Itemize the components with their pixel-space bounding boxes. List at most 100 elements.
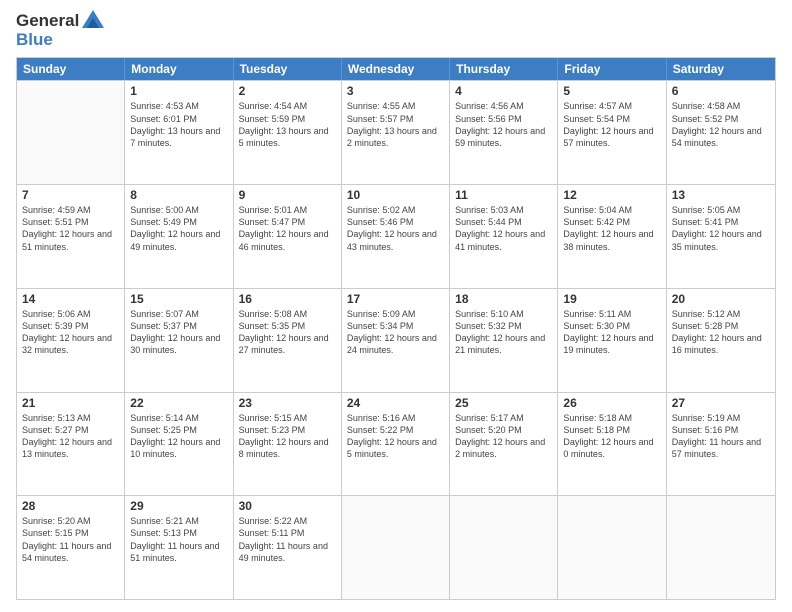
logo: General Blue xyxy=(16,12,104,49)
cal-cell-6: 6 Sunrise: 4:58 AMSunset: 5:52 PMDaylight… xyxy=(667,81,775,184)
cal-cell-1: 1Sunrise: 4:53 AMSunset: 6:01 PMDaylight… xyxy=(125,81,233,184)
cal-cell-26: 26 Sunrise: 5:18 AMSunset: 5:18 PMDayligh… xyxy=(558,393,666,496)
cell-day-number: 29 xyxy=(130,499,227,513)
cal-cell-18: 18 Sunrise: 5:10 AMSunset: 5:32 PMDayligh… xyxy=(450,289,558,392)
cell-day-number: 2 xyxy=(239,84,336,98)
cell-info: Sunrise: 5:06 AMSunset: 5:39 PMDaylight:… xyxy=(22,308,119,357)
cal-cell-empty-6 xyxy=(667,496,775,599)
week-row-1: 1Sunrise: 4:53 AMSunset: 6:01 PMDaylight… xyxy=(17,80,775,184)
cal-cell-22: 22 Sunrise: 5:14 AMSunset: 5:25 PMDayligh… xyxy=(125,393,233,496)
cal-cell-13: 13 Sunrise: 5:05 AMSunset: 5:41 PMDayligh… xyxy=(667,185,775,288)
cal-cell-21: 21 Sunrise: 5:13 AMSunset: 5:27 PMDayligh… xyxy=(17,393,125,496)
cal-cell-7: 7 Sunrise: 4:59 AMSunset: 5:51 PMDaylight… xyxy=(17,185,125,288)
cell-info: Sunrise: 5:05 AMSunset: 5:41 PMDaylight:… xyxy=(672,204,770,253)
page: General Blue SundayMondayTuesdayWednesda… xyxy=(0,0,792,612)
cal-cell-empty-3 xyxy=(342,496,450,599)
cell-day-number: 3 xyxy=(347,84,444,98)
cell-day-number: 8 xyxy=(130,188,227,202)
cell-day-number: 19 xyxy=(563,292,660,306)
calendar-header: SundayMondayTuesdayWednesdayThursdayFrid… xyxy=(17,58,775,80)
cal-cell-15: 15 Sunrise: 5:07 AMSunset: 5:37 PMDayligh… xyxy=(125,289,233,392)
cell-info: Sunrise: 4:59 AMSunset: 5:51 PMDaylight:… xyxy=(22,204,119,253)
cell-info: Sunrise: 5:22 AMSunset: 5:11 PMDaylight:… xyxy=(239,515,336,564)
cell-day-number: 22 xyxy=(130,396,227,410)
cell-day-number: 20 xyxy=(672,292,770,306)
cell-info: Sunrise: 5:00 AMSunset: 5:49 PMDaylight:… xyxy=(130,204,227,253)
cell-info: Sunrise: 4:58 AMSunset: 5:52 PMDaylight:… xyxy=(672,100,770,149)
cell-info: Sunrise: 5:13 AMSunset: 5:27 PMDaylight:… xyxy=(22,412,119,461)
cal-cell-17: 17Sunrise: 5:09 AMSunset: 5:34 PMDayligh… xyxy=(342,289,450,392)
cell-info: Sunrise: 5:14 AMSunset: 5:25 PMDaylight:… xyxy=(130,412,227,461)
cal-cell-29: 29Sunrise: 5:21 AMSunset: 5:13 PMDayligh… xyxy=(125,496,233,599)
calendar-body: 1Sunrise: 4:53 AMSunset: 6:01 PMDaylight… xyxy=(17,80,775,599)
cell-info: Sunrise: 5:07 AMSunset: 5:37 PMDaylight:… xyxy=(130,308,227,357)
cal-cell-27: 27 Sunrise: 5:19 AMSunset: 5:16 PMDayligh… xyxy=(667,393,775,496)
cell-info: Sunrise: 5:03 AMSunset: 5:44 PMDaylight:… xyxy=(455,204,552,253)
cell-info: Sunrise: 4:55 AMSunset: 5:57 PMDaylight:… xyxy=(347,100,444,149)
cal-cell-10: 10 Sunrise: 5:02 AMSunset: 5:46 PMDayligh… xyxy=(342,185,450,288)
header-day-friday: Friday xyxy=(558,58,666,80)
logo-general: General xyxy=(16,12,79,31)
cal-cell-3: 3 Sunrise: 4:55 AMSunset: 5:57 PMDaylight… xyxy=(342,81,450,184)
cal-cell-30: 30 Sunrise: 5:22 AMSunset: 5:11 PMDayligh… xyxy=(234,496,342,599)
cal-cell-empty-4 xyxy=(450,496,558,599)
cell-info: Sunrise: 5:02 AMSunset: 5:46 PMDaylight:… xyxy=(347,204,444,253)
cal-cell-8: 8 Sunrise: 5:00 AMSunset: 5:49 PMDaylight… xyxy=(125,185,233,288)
cal-cell-empty-5 xyxy=(558,496,666,599)
cal-cell-25: 25Sunrise: 5:17 AMSunset: 5:20 PMDayligh… xyxy=(450,393,558,496)
cell-info: Sunrise: 5:20 AMSunset: 5:15 PMDaylight:… xyxy=(22,515,119,564)
cell-day-number: 9 xyxy=(239,188,336,202)
cal-cell-12: 12 Sunrise: 5:04 AMSunset: 5:42 PMDayligh… xyxy=(558,185,666,288)
header-day-sunday: Sunday xyxy=(17,58,125,80)
cell-day-number: 27 xyxy=(672,396,770,410)
cell-day-number: 12 xyxy=(563,188,660,202)
cal-cell-24: 24Sunrise: 5:16 AMSunset: 5:22 PMDayligh… xyxy=(342,393,450,496)
cell-day-number: 7 xyxy=(22,188,119,202)
cell-info: Sunrise: 5:11 AMSunset: 5:30 PMDaylight:… xyxy=(563,308,660,357)
cell-day-number: 13 xyxy=(672,188,770,202)
cal-cell-9: 9 Sunrise: 5:01 AMSunset: 5:47 PMDaylight… xyxy=(234,185,342,288)
cell-info: Sunrise: 5:01 AMSunset: 5:47 PMDaylight:… xyxy=(239,204,336,253)
cell-day-number: 16 xyxy=(239,292,336,306)
cell-info: Sunrise: 5:09 AMSunset: 5:34 PMDaylight:… xyxy=(347,308,444,357)
cell-info: Sunrise: 5:08 AMSunset: 5:35 PMDaylight:… xyxy=(239,308,336,357)
cell-day-number: 24 xyxy=(347,396,444,410)
cell-day-number: 25 xyxy=(455,396,552,410)
cal-cell-empty-0 xyxy=(17,81,125,184)
header-day-wednesday: Wednesday xyxy=(342,58,450,80)
cell-info: Sunrise: 5:19 AMSunset: 5:16 PMDaylight:… xyxy=(672,412,770,461)
cell-day-number: 23 xyxy=(239,396,336,410)
header-day-saturday: Saturday xyxy=(667,58,775,80)
cell-day-number: 18 xyxy=(455,292,552,306)
cell-day-number: 21 xyxy=(22,396,119,410)
cal-cell-11: 11 Sunrise: 5:03 AMSunset: 5:44 PMDayligh… xyxy=(450,185,558,288)
cell-day-number: 26 xyxy=(563,396,660,410)
cal-cell-5: 5Sunrise: 4:57 AMSunset: 5:54 PMDaylight… xyxy=(558,81,666,184)
cell-info: Sunrise: 5:10 AMSunset: 5:32 PMDaylight:… xyxy=(455,308,552,357)
week-row-5: 28 Sunrise: 5:20 AMSunset: 5:15 PMDayligh… xyxy=(17,495,775,599)
cal-cell-14: 14Sunrise: 5:06 AMSunset: 5:39 PMDayligh… xyxy=(17,289,125,392)
cal-cell-2: 2Sunrise: 4:54 AMSunset: 5:59 PMDaylight… xyxy=(234,81,342,184)
header-day-thursday: Thursday xyxy=(450,58,558,80)
cell-day-number: 28 xyxy=(22,499,119,513)
cell-info: Sunrise: 5:18 AMSunset: 5:18 PMDaylight:… xyxy=(563,412,660,461)
cal-cell-19: 19 Sunrise: 5:11 AMSunset: 5:30 PMDayligh… xyxy=(558,289,666,392)
header-day-monday: Monday xyxy=(125,58,233,80)
cell-info: Sunrise: 5:12 AMSunset: 5:28 PMDaylight:… xyxy=(672,308,770,357)
cell-day-number: 11 xyxy=(455,188,552,202)
cell-day-number: 6 xyxy=(672,84,770,98)
cal-cell-23: 23Sunrise: 5:15 AMSunset: 5:23 PMDayligh… xyxy=(234,393,342,496)
cell-day-number: 30 xyxy=(239,499,336,513)
cell-day-number: 4 xyxy=(455,84,552,98)
cell-info: Sunrise: 4:53 AMSunset: 6:01 PMDaylight:… xyxy=(130,100,227,149)
logo-icon xyxy=(82,10,104,28)
cell-day-number: 10 xyxy=(347,188,444,202)
calendar: SundayMondayTuesdayWednesdayThursdayFrid… xyxy=(16,57,776,600)
cell-day-number: 15 xyxy=(130,292,227,306)
cell-day-number: 5 xyxy=(563,84,660,98)
week-row-3: 14Sunrise: 5:06 AMSunset: 5:39 PMDayligh… xyxy=(17,288,775,392)
cal-cell-28: 28 Sunrise: 5:20 AMSunset: 5:15 PMDayligh… xyxy=(17,496,125,599)
cal-cell-4: 4Sunrise: 4:56 AMSunset: 5:56 PMDaylight… xyxy=(450,81,558,184)
cell-info: Sunrise: 5:04 AMSunset: 5:42 PMDaylight:… xyxy=(563,204,660,253)
cal-cell-16: 16 Sunrise: 5:08 AMSunset: 5:35 PMDayligh… xyxy=(234,289,342,392)
